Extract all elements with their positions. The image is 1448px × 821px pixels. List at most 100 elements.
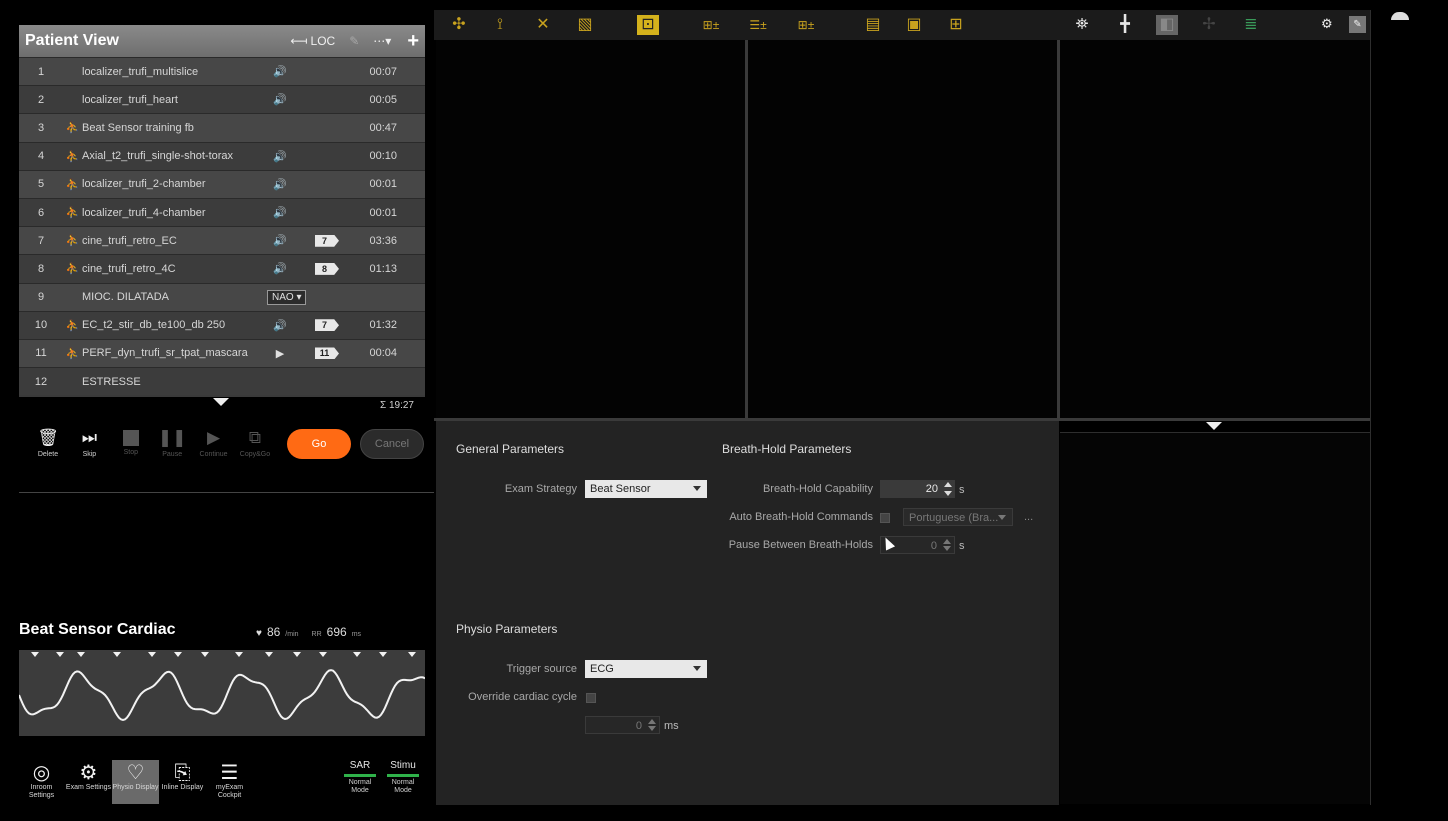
badge-cell: 7	[297, 234, 357, 247]
protocol-name: PERF_dyn_trufi_sr_tpat_mascara	[82, 347, 248, 360]
slice-position-tool-icon[interactable]: ✣	[448, 15, 470, 35]
add-slice-group-icon[interactable]: ⊞±	[696, 15, 726, 35]
auto-bh-checkbox[interactable]	[880, 513, 890, 523]
go-button[interactable]: Go	[287, 429, 351, 459]
protocol-row[interactable]: 2 localizer_trufi_heart 🔊 00:05	[19, 85, 425, 114]
protocol-duration: 00:04	[369, 347, 397, 360]
crosshair-tool-icon[interactable]: ✕	[532, 15, 554, 35]
saturation-box-icon[interactable]: ▣	[903, 15, 925, 35]
add-protocol-icon[interactable]: +	[407, 31, 419, 51]
grid-box-icon[interactable]: ⊞	[945, 15, 967, 35]
protocol-row[interactable]: 8 ⛹ cine_trufi_retro_4C 🔊 8 01:13	[19, 254, 425, 283]
edit-icon[interactable]: ✎	[349, 34, 359, 48]
protocol-row[interactable]: 9 MIOC. DILATADA NAO ▾	[19, 282, 425, 311]
protocol-duration: 01:32	[369, 319, 397, 332]
override-cardiac-cycle-label: Override cardiac cycle	[468, 691, 577, 703]
trigger-marker	[174, 652, 182, 657]
trigger-marker	[293, 652, 301, 657]
protocol-row[interactable]: 6 ⛹ localizer_trufi_4-chamber 🔊 00:01	[19, 197, 425, 227]
protocol-row[interactable]: 4 ⛹ Axial_t2_trufi_single-shot-torax 🔊 00:10	[19, 141, 425, 170]
slab-tool-icon[interactable]: ▧	[574, 15, 596, 35]
exam-settings-button[interactable]: ⚙ Exam Settings	[65, 760, 112, 804]
more-options-button[interactable]: ...	[1024, 511, 1033, 523]
protocol-number: 3	[37, 121, 45, 134]
saturation-band-icon[interactable]: ▤	[862, 15, 884, 35]
myexam-cockpit-button[interactable]: ☰ myExam Cockpit	[206, 760, 253, 804]
stack-tool-icon[interactable]: ≣	[1240, 15, 1262, 35]
trigger-marker	[235, 652, 243, 657]
pause-button[interactable]: ❚❚ Pause	[152, 428, 192, 458]
stepper-down-icon[interactable]	[648, 726, 656, 731]
skip-button[interactable]: ⏭ Skip	[69, 428, 109, 458]
delete-button[interactable]: 🗑 Delete	[28, 428, 68, 458]
slice-count-icon[interactable]: ⊞±	[790, 15, 822, 35]
pin-icon[interactable]: ✎	[1349, 16, 1366, 33]
continue-button[interactable]: ▶ Continue	[194, 428, 234, 458]
edit-slice-tool-icon[interactable]: ⊡	[637, 15, 659, 35]
image-viewport-2[interactable]	[748, 40, 1057, 418]
stepper-down-icon[interactable]	[944, 491, 952, 496]
loc-button[interactable]: ⟻ LOC	[290, 34, 335, 48]
protocol-row[interactable]: 3 ⛹ Beat Sensor training fb 00:47	[19, 113, 425, 142]
options-dropdown-icon[interactable]: ⋯▾	[373, 34, 391, 48]
protocol-row[interactable]: 10 ⛹ EC_t2_stir_db_te100_db 250 🔊 7 01:32	[19, 310, 425, 339]
beat-sensor-waveform	[19, 650, 425, 736]
protocol-number: 7	[37, 234, 45, 247]
protocol-name: Axial_t2_trufi_single-shot-torax	[82, 150, 234, 163]
speaker-icon: 🔊	[273, 263, 287, 276]
trigger-source-select[interactable]: ECG	[585, 660, 707, 678]
speaker-icon: 🔊	[273, 319, 287, 332]
protocol-duration: 00:01	[369, 206, 397, 219]
physio-display-button[interactable]: ♡ Physio Display	[112, 760, 159, 804]
expand-list-icon[interactable]	[213, 398, 229, 406]
protocol-row[interactable]: 7 ⛹ cine_trufi_retro_EC 🔊 7 03:36	[19, 226, 425, 255]
override-cardiac-cycle-checkbox[interactable]	[586, 693, 596, 703]
override-cardiac-cycle-stepper[interactable]: 0	[585, 716, 660, 734]
badge-cell: 7	[297, 319, 357, 332]
panel-handle[interactable]	[1391, 12, 1409, 20]
field-of-view-icon[interactable]: ◧	[1156, 15, 1178, 35]
protocol-row[interactable]: 1 localizer_trufi_multislice 🔊 00:07	[19, 57, 425, 86]
loc-arrow-icon: ⟻	[290, 34, 308, 48]
stepper-up-icon[interactable]	[944, 482, 952, 487]
settings-gear-icon[interactable]: ⚙	[1321, 16, 1333, 32]
patient-view-title: Patient View	[25, 32, 119, 49]
image-viewport-3[interactable]	[1060, 40, 1370, 418]
inline-display-button[interactable]: ⎘ Inline Display	[159, 760, 206, 804]
center-tool-icon[interactable]: ╋	[1114, 15, 1136, 35]
stepper-up-icon[interactable]	[943, 539, 951, 544]
sar-indicator: SAR Normal Mode	[342, 760, 378, 795]
decision-select[interactable]: NAO ▾	[267, 289, 307, 305]
cancel-button[interactable]: Cancel	[360, 429, 424, 459]
collapse-viewport-icon[interactable]	[1206, 422, 1222, 430]
stepper-up-icon[interactable]	[648, 719, 656, 724]
copy-go-button[interactable]: ⧉ Copy&Go	[235, 428, 275, 458]
bh-capability-label: Breath-Hold Capability	[762, 483, 873, 495]
image-viewport-1[interactable]	[436, 40, 745, 418]
speaker-icon: 🔊	[273, 207, 287, 220]
image-viewport-4[interactable]	[1060, 432, 1370, 804]
connect-points-tool-icon[interactable]: ⟟	[489, 15, 511, 35]
inroom-settings-button[interactable]: ◎ Inroom Settings	[18, 760, 65, 804]
breath-hold-parameters-title: Breath-Hold Parameters	[722, 442, 852, 456]
auto-bh-label: Auto Breath-Hold Commands	[729, 511, 873, 523]
protocol-row[interactable]: 11 ⛹ PERF_dyn_trufi_sr_tpat_mascara ▶ 11 00:0…	[19, 338, 425, 368]
exam-strategy-select[interactable]: Beat Sensor	[585, 480, 707, 498]
play-icon: ▶	[207, 428, 221, 447]
badge-cell: 8	[297, 262, 357, 275]
shim-volume-icon[interactable]: ⛯	[1071, 15, 1093, 35]
protocol-name: MIOC. DILATADA	[82, 291, 169, 304]
bh-capability-stepper[interactable]: 20	[880, 480, 955, 498]
disabled-tool-icon[interactable]: ✢	[1198, 15, 1220, 35]
auto-bh-language-select[interactable]: Portuguese (Bra...	[903, 508, 1013, 526]
trigger-marker	[353, 652, 361, 657]
stop-button[interactable]: Stop	[111, 428, 151, 456]
protocol-row[interactable]: 5 ⛹ localizer_trufi_2-chamber 🔊 00:01	[19, 169, 425, 198]
protocol-name: cine_trufi_retro_EC	[82, 234, 177, 247]
protocol-number: 12	[34, 375, 48, 388]
slice-spacing-icon[interactable]: ☰±	[742, 15, 774, 35]
stepper-down-icon[interactable]	[943, 546, 951, 551]
pause-icon: ❚❚	[157, 428, 187, 447]
protocol-row[interactable]: 12 ESTRESSE	[19, 367, 425, 396]
patient-person-icon: ⛹	[65, 122, 80, 135]
